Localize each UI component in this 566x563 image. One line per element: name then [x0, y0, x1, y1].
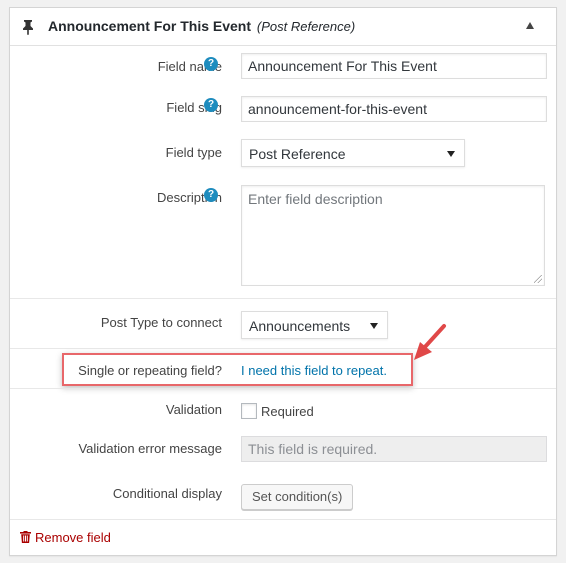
triangle-up-icon[interactable] [526, 22, 534, 29]
set-conditions-button[interactable]: Set condition(s) [241, 484, 354, 510]
repeat-field-link[interactable]: I need this field to repeat. [241, 363, 387, 379]
section-divider [10, 298, 556, 299]
field-type-selected: Post Reference [249, 146, 346, 162]
pin-icon [23, 20, 33, 35]
validation-error-label: Validation error message [78, 441, 222, 456]
field-title: Announcement For This Event (Post Refere… [48, 18, 355, 34]
description-textarea[interactable]: Enter field description [241, 185, 545, 286]
field-type-subtitle: (Post Reference) [256, 19, 356, 34]
repeating-field-label: Single or repeating field? [78, 363, 222, 378]
post-type-select[interactable]: Announcements [241, 311, 388, 339]
description-placeholder: Enter field description [248, 191, 383, 207]
section-divider [10, 348, 556, 349]
field-slug-help-icon[interactable]: ? [204, 98, 218, 112]
field-slug-input[interactable]: announcement-for-this-event [241, 96, 547, 122]
field-name-input[interactable]: Announcement For This Event [241, 53, 547, 79]
field-title-text: Announcement For This Event [48, 18, 252, 34]
field-name-label: Field name [157, 59, 222, 74]
required-checkbox-label[interactable]: Required [261, 404, 314, 420]
required-checkbox[interactable] [241, 403, 257, 419]
resize-handle-icon[interactable] [534, 275, 542, 283]
description-help-icon[interactable]: ? [204, 188, 218, 202]
remove-field-text: Remove field [35, 530, 111, 545]
validation-label: Validation [165, 402, 222, 417]
field-panel: Announcement For This Event (Post Refere… [9, 7, 557, 556]
caret-down-icon [370, 323, 378, 329]
field-type-select[interactable]: Post Reference [241, 139, 465, 167]
field-slug-label: Field slug [166, 100, 222, 115]
validation-error-input: This field is required. [241, 436, 547, 462]
post-type-label: Post Type to connect [100, 315, 222, 330]
conditional-display-label: Conditional display [112, 486, 222, 501]
description-label: Description [156, 190, 222, 205]
remove-field-link[interactable]: Remove field [20, 530, 111, 546]
section-divider [10, 388, 556, 389]
trash-icon [20, 531, 31, 543]
field-panel-header[interactable]: Announcement For This Event (Post Refere… [10, 8, 556, 46]
annotation-arrow-icon [414, 324, 446, 360]
field-name-help-icon[interactable]: ? [204, 57, 218, 71]
post-type-selected: Announcements [249, 318, 351, 334]
section-divider [10, 519, 556, 520]
caret-down-icon [447, 151, 455, 157]
field-type-label: Field type [165, 145, 222, 160]
